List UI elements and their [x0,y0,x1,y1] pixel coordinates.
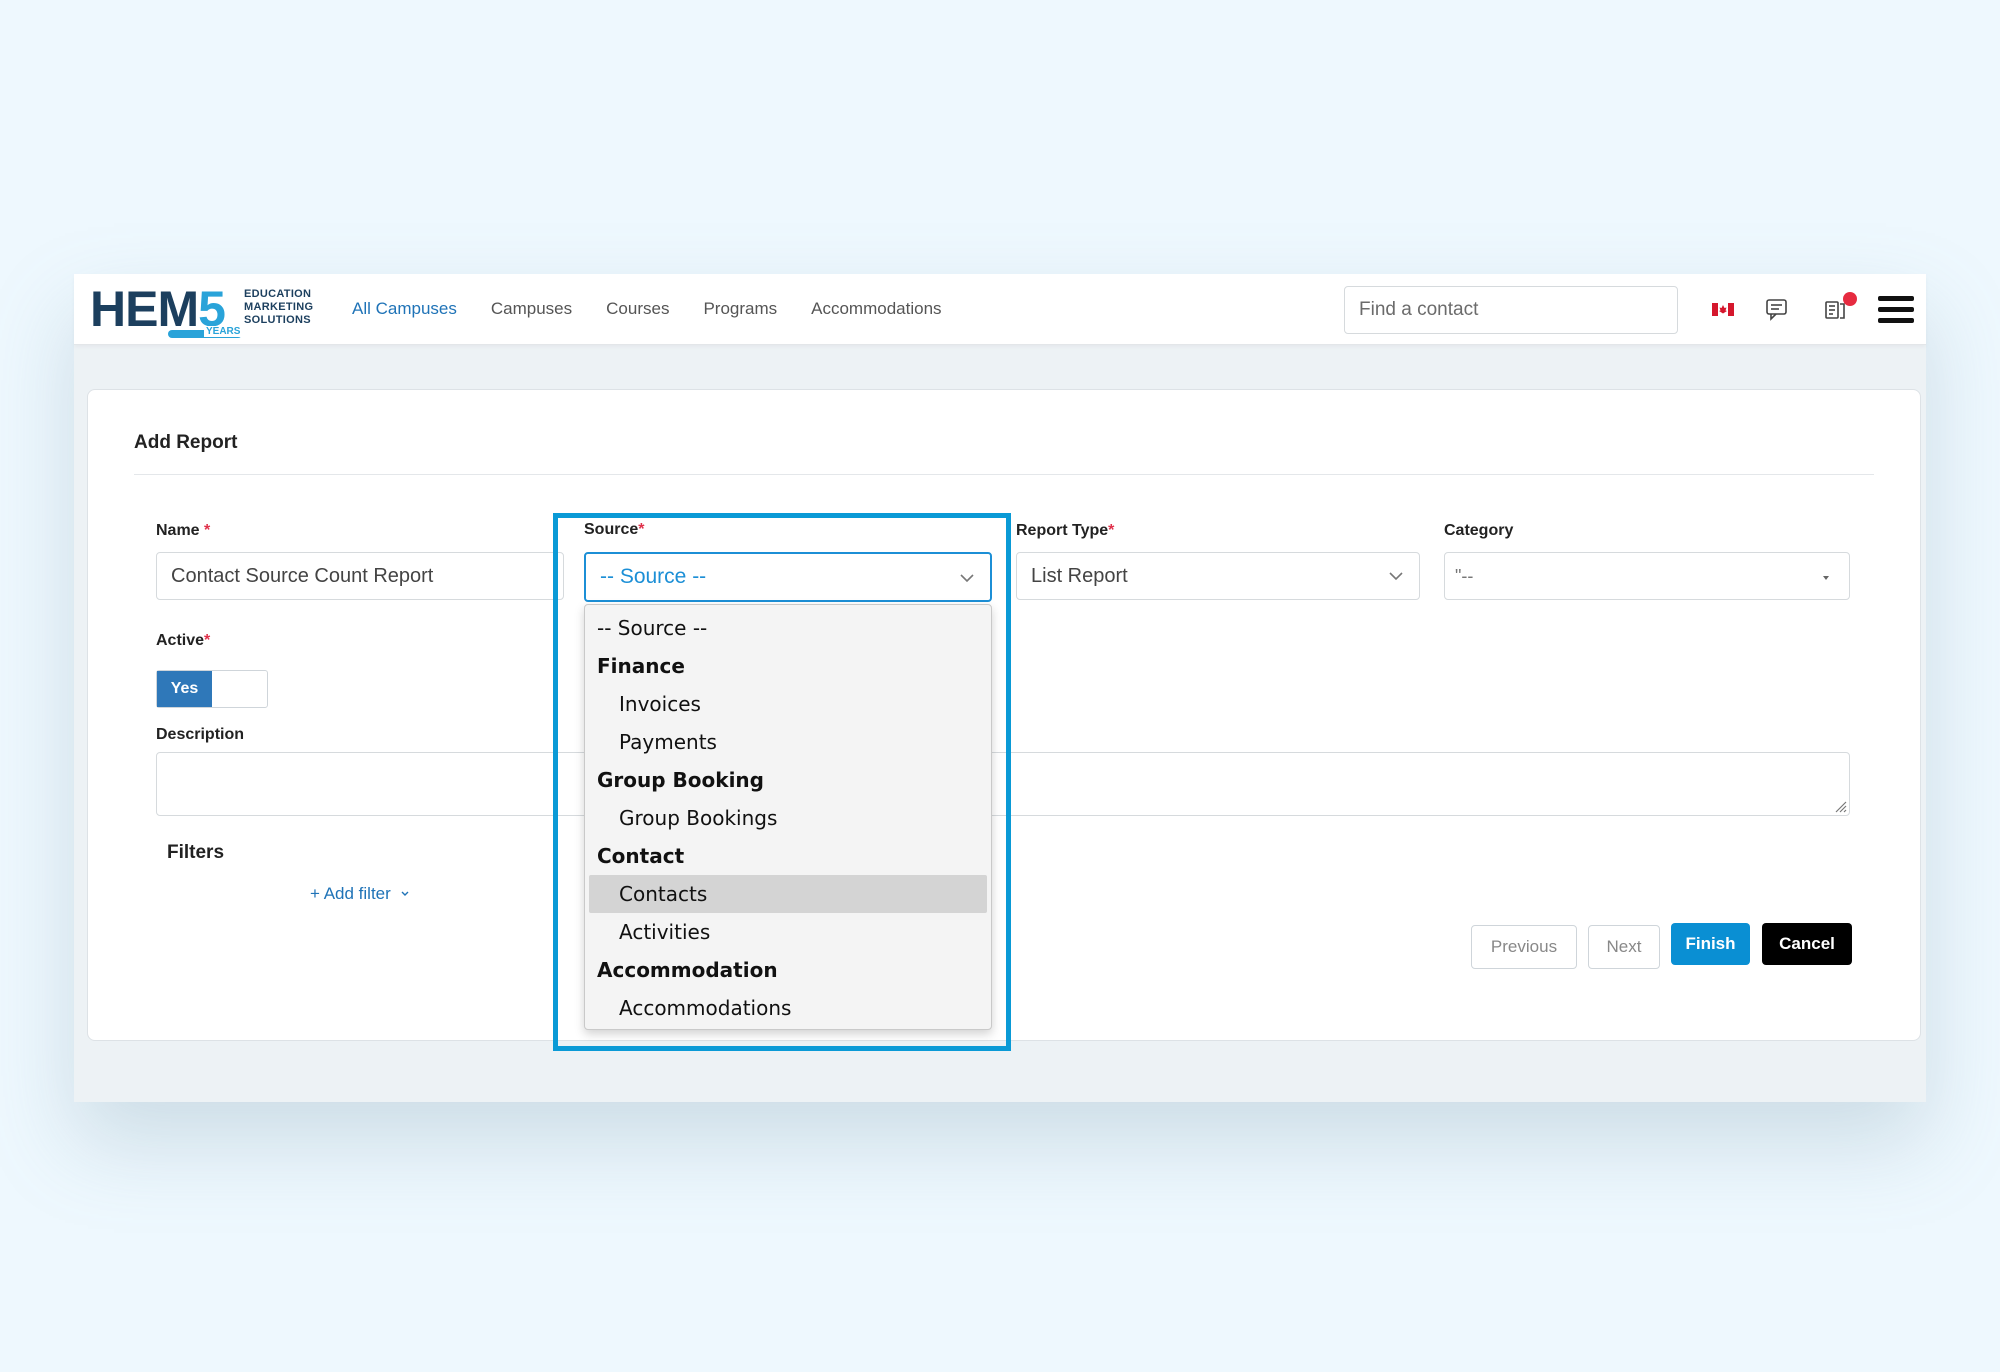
category-select[interactable]: "-- [1444,552,1850,600]
nav-all-campuses[interactable]: All Campuses [352,299,457,319]
description-label: Description [156,726,245,743]
optgroup-accommodation: Accommodation [597,958,778,982]
notifications-icon[interactable] [1820,292,1857,326]
optgroup-group-booking: Group Booking [597,768,764,792]
nav-campuses[interactable]: Campuses [491,299,572,319]
chevron-down-icon [1389,572,1403,581]
title-divider [134,474,1874,475]
logo-tagline: EDUCATION MARKETING SOLUTIONS [244,288,313,327]
name-label-text: Name [156,522,200,539]
source-label: Source* [584,521,644,539]
option-invoices[interactable]: Invoices [589,685,987,723]
active-label: Active* [156,632,210,650]
required-mark: * [204,522,211,539]
category-label: Category [1444,522,1514,539]
option-accommodations[interactable]: Accommodations [589,989,987,1027]
filters-title: Filters [167,842,225,863]
find-contact-input[interactable] [1344,286,1678,334]
logo-line-3: SOLUTIONS [244,314,311,326]
nav-accommodations[interactable]: Accommodations [811,299,941,319]
cancel-button[interactable]: Cancel [1762,923,1852,965]
active-toggle-yes: Yes [157,671,212,707]
source-dropdown-list: -- Source -- Finance Invoices Payments G… [584,604,992,1030]
active-toggle[interactable]: Yes [156,670,268,708]
chevron-down-icon [960,574,974,583]
option-activities[interactable]: Activities [589,913,987,951]
add-filter-label: + Add filter [310,884,391,903]
logo-hem: HEM [90,281,199,337]
hamburger-menu-icon[interactable] [1878,296,1914,324]
source-select[interactable]: -- Source -- [584,552,992,602]
main-nav: All Campuses Campuses Courses Programs A… [352,274,942,344]
hem5-logo[interactable]: HEM5 EDUCATION MARKETING SOLUTIONS YEARS [90,282,320,340]
next-button[interactable]: Next [1588,925,1660,969]
nav-courses[interactable]: Courses [606,299,669,319]
option-placeholder[interactable]: -- Source -- [589,609,987,647]
name-label: Name * [156,522,210,540]
report-type-select[interactable]: List Report [1016,552,1420,600]
chat-icon[interactable] [1760,292,1794,326]
top-navbar: HEM5 EDUCATION MARKETING SOLUTIONS YEARS… [74,274,1926,345]
category-value: "-- [1455,565,1474,586]
nav-programs[interactable]: Programs [703,299,777,319]
active-label-text: Active [156,632,205,649]
logo-line-2: MARKETING [244,301,314,313]
name-field[interactable]: Contact Source Count Report [156,552,564,600]
logo-years-text: YEARS [204,326,243,337]
report-type-label: Report Type* [1016,522,1114,540]
optgroup-finance: Finance [597,654,685,678]
previous-button[interactable]: Previous [1471,925,1577,969]
required-mark: * [204,632,211,649]
resize-handle-icon[interactable] [1833,799,1847,813]
logo-line-1: EDUCATION [244,288,312,300]
report-type-value: List Report [1031,564,1128,587]
required-mark: * [1108,522,1115,539]
page-title: Add Report [134,432,238,453]
option-payments[interactable]: Payments [589,723,987,761]
source-select-value: -- Source -- [600,565,707,588]
option-group-bookings[interactable]: Group Bookings [589,799,987,837]
option-contacts[interactable]: Contacts [589,875,987,913]
optgroup-contact: Contact [597,844,685,868]
finish-button[interactable]: Finish [1671,923,1750,965]
caret-down-icon [1823,576,1829,580]
name-field-value: Contact Source Count Report [171,564,434,587]
canada-flag-icon[interactable] [1706,292,1740,326]
chevron-down-icon [401,891,409,896]
source-label-text: Source [584,521,639,538]
report-type-label-text: Report Type [1016,522,1109,539]
add-filter-button[interactable]: + Add filter [310,884,410,904]
required-mark: * [638,521,645,538]
